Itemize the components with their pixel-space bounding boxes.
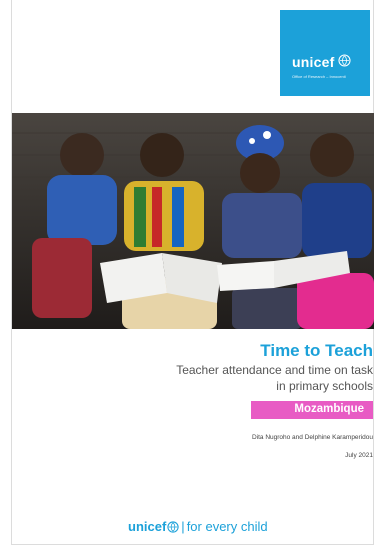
logo-wordmark: unicef	[292, 54, 335, 70]
footer-brand: unicef	[128, 519, 167, 534]
authors: Dita Nugroho and Delphine Karamperidou	[251, 434, 373, 441]
globe-icon	[338, 54, 351, 67]
globe-icon	[167, 521, 179, 533]
country-label: Mozambique	[294, 403, 364, 415]
footer-slogan: unicef | for every child	[128, 519, 268, 534]
report-title: Time to Teach	[260, 341, 373, 360]
subtitle-line-1: Teacher attendance and time on task	[176, 363, 373, 377]
footer-separator: |	[181, 519, 185, 534]
children-reading-photo	[12, 113, 374, 329]
logo-tagline: Office of Research – Innocenti	[292, 74, 346, 79]
publication-date: July 2021	[345, 452, 373, 459]
report-subtitle: Teacher attendance and time on task in p…	[143, 362, 373, 394]
footer-slogan-text: for every child	[186, 519, 268, 534]
country-banner: Mozambique	[251, 401, 373, 419]
unicef-logo-block: unicef Office of Research – Innocenti	[280, 10, 370, 96]
subtitle-line-2: in primary schools	[276, 379, 373, 393]
cover-photo-illustration	[12, 113, 374, 329]
